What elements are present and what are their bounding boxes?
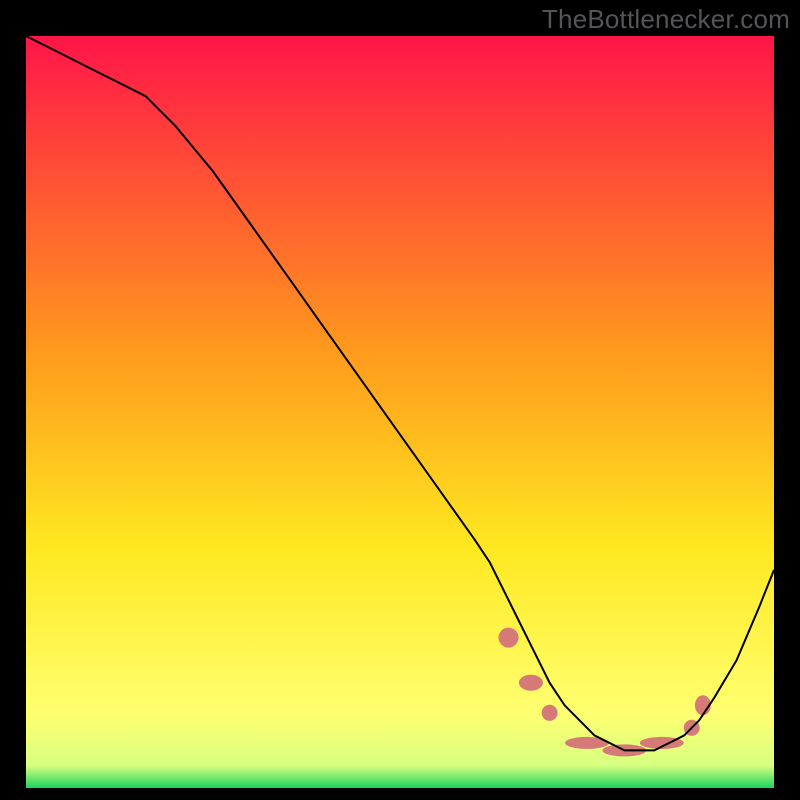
bottleneck-chart (26, 36, 774, 788)
highlight-marker (499, 628, 519, 648)
chart-plot-area (26, 36, 774, 788)
gradient-background (26, 36, 774, 788)
watermark-text: TheBottlenecker.com (542, 4, 790, 35)
highlight-marker (519, 675, 543, 691)
chart-frame: TheBottlenecker.com (0, 0, 800, 800)
highlight-marker (542, 705, 558, 721)
